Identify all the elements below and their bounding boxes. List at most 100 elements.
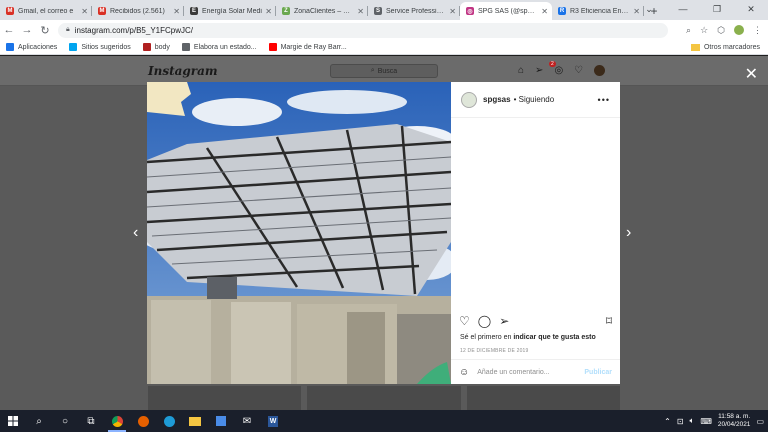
bookmark-item[interactable]: Elabora un estado... [181, 43, 257, 51]
post-header: spgsas • Siguiendo ••• [451, 82, 620, 118]
instagram-logo[interactable]: Instagram [148, 64, 218, 78]
search-input[interactable]: ⌕ Busca [330, 64, 438, 78]
task-view-icon[interactable]: ⧉ [78, 410, 104, 432]
star-icon[interactable]: ☆ [700, 25, 708, 36]
more-options-icon[interactable]: ••• [598, 95, 610, 105]
tab-close-icon[interactable]: ✕ [541, 7, 548, 16]
tab-close-icon[interactable]: ✕ [81, 7, 88, 16]
post-photo[interactable] [147, 82, 451, 384]
comment-input[interactable]: Añade un comentario... [477, 369, 549, 376]
tab-close-icon[interactable]: ✕ [357, 7, 364, 16]
maximize-icon[interactable]: ❐ [700, 0, 734, 18]
post-thumbnail [307, 386, 461, 410]
explore-icon[interactable]: ◎ [554, 65, 563, 76]
volume-icon[interactable]: 🔈︎ [690, 416, 695, 426]
tab-title: Energía Solar Medi [202, 7, 262, 15]
username-link[interactable]: spgsas [483, 95, 511, 104]
mail-icon[interactable]: ✉ [234, 410, 260, 432]
menu-icon[interactable]: ⋮ [753, 25, 762, 36]
browser-tab[interactable]: Z ZonaClientes – Gru ✕ [276, 2, 368, 20]
next-arrow-icon[interactable]: › [626, 224, 631, 242]
home-icon[interactable]: ⌂ [518, 65, 524, 76]
lock-icon[interactable]: 🔒︎ [66, 26, 70, 34]
bookmark-label: Margie de Ray Barr... [280, 43, 347, 51]
close-icon[interactable]: ✕ [745, 64, 758, 84]
solar-panel-photo [147, 82, 451, 384]
tab-title: R3 Eficiencia Energ [570, 7, 631, 15]
r3-icon: R [558, 7, 566, 15]
other-bookmarks[interactable]: Otros marcadores [690, 43, 760, 51]
previous-arrow-icon[interactable]: ‹ [133, 224, 138, 242]
browser-tab[interactable]: M Gmail, el correo e ✕ [0, 2, 92, 20]
tab-close-icon[interactable]: ✕ [173, 7, 180, 16]
word-icon[interactable]: W [260, 410, 286, 432]
edge-icon[interactable] [156, 410, 182, 432]
profile-avatar[interactable] [734, 25, 744, 35]
keyboard-icon[interactable]: ⌨ [700, 417, 712, 426]
publish-button[interactable]: Publicar [584, 369, 612, 376]
follow-status[interactable]: • Siguiendo [514, 95, 555, 104]
browser-tab[interactable]: R R3 Eficiencia Energ ✕ [552, 2, 644, 20]
heart-icon[interactable]: ♡ [574, 65, 583, 76]
address-bar[interactable]: 🔒︎ instagram.com/p/B5_Y1FCpwJC/ [58, 22, 668, 38]
clock[interactable]: 11:58 a. m. 20/04/2021 [718, 413, 751, 429]
tab-close-icon[interactable]: ✕ [265, 7, 272, 16]
direct-icon[interactable]: ➢ [535, 65, 543, 76]
minimize-icon[interactable]: — [666, 0, 700, 18]
user-avatar[interactable] [461, 91, 477, 108]
chrome-icon[interactable] [104, 410, 130, 432]
bookmark-label: Elabora un estado... [193, 43, 257, 51]
cortana-icon[interactable]: ○ [52, 410, 78, 432]
bookmark-item[interactable]: Margie de Ray Barr... [268, 43, 347, 51]
browser-tab[interactable]: M Recibidos (2.561) ✕ [92, 2, 184, 20]
windows-start-icon[interactable] [0, 410, 26, 432]
post-details-panel: spgsas • Siguiendo ••• ♡ ◯ ➢ ⌑ Sé el pri… [451, 82, 620, 384]
windows-logo-icon [8, 416, 18, 426]
tab-strip: M Gmail, el correo e ✕ M Recibidos (2.561) ✕ E… [0, 0, 768, 20]
profile-avatar[interactable] [594, 65, 606, 76]
network-icon[interactable]: ⊡ [677, 417, 684, 426]
search-icon[interactable]: ⌕ [26, 410, 52, 432]
like-link[interactable]: indicar que te gusta esto [513, 334, 595, 341]
post-thumbnail [148, 386, 302, 410]
bookmark-item[interactable]: Aplicaciones [6, 43, 57, 51]
bookmark-favicon-icon [268, 43, 277, 51]
bookmark-item[interactable]: Sitios sugeridos [69, 43, 131, 51]
browser-tab[interactable]: ◎ SPG SAS (@spgsas) ✕ [460, 2, 552, 20]
reload-icon[interactable]: ↻ [36, 24, 54, 37]
tab-title: Gmail, el correo e [18, 7, 74, 15]
search-placeholder: Busca [377, 67, 398, 75]
bookmark-favicon-icon [6, 43, 14, 51]
browser-toolbar: ← → ↻ 🔒︎ instagram.com/p/B5_Y1FCpwJC/ ⌕ … [0, 20, 768, 40]
bookmark-item[interactable]: body [142, 43, 170, 51]
globe-icon: S [374, 7, 382, 15]
search-icon[interactable]: ⌕ [686, 25, 691, 36]
chevron-up-icon[interactable]: ⌃ [664, 417, 671, 426]
file-explorer-icon[interactable] [182, 410, 208, 432]
bookmark-icon[interactable]: ⌑ [606, 314, 612, 328]
notifications-icon[interactable]: ▭ [756, 417, 764, 426]
close-window-icon[interactable]: ✕ [734, 0, 768, 18]
gmail-icon: M [98, 7, 106, 15]
instagram-page: Instagram ⌕ Busca ⌂ ➢ 2 ◎ ♡ ✕ ‹ › spgsas… [0, 56, 768, 410]
like-heart-icon[interactable]: ♡ [459, 314, 470, 328]
share-icon[interactable]: ➢ [499, 314, 509, 328]
system-tray: ⌃ ⊡ 🔈︎ ⌨ 11:58 a. m. 20/04/2021 ▭ [664, 413, 768, 429]
bookmark-label: body [154, 43, 170, 51]
browser-tab[interactable]: E Energía Solar Medi ✕ [184, 2, 276, 20]
tab-title: Recibidos (2.561) [110, 7, 165, 15]
forward-icon[interactable]: → [18, 24, 36, 36]
back-icon[interactable]: ← [0, 24, 18, 36]
post-thumbnail [466, 386, 620, 410]
comment-icon[interactable]: ◯ [478, 314, 491, 328]
tab-title: SPG SAS (@spgsas) [478, 7, 539, 15]
store-icon[interactable] [208, 410, 234, 432]
tab-close-icon[interactable]: ✕ [449, 7, 456, 16]
extension-icon[interactable]: ⬡ [717, 25, 725, 36]
firefox-icon[interactable] [130, 410, 156, 432]
emoji-icon[interactable]: ☺ [459, 367, 469, 378]
chevron-down-icon[interactable]: ⌄ [632, 0, 666, 18]
likes-prefix: Sé el primero en [460, 334, 514, 341]
browser-tab[interactable]: S Service Professiona ✕ [368, 2, 460, 20]
bookmarks-bar: Aplicaciones Sitios sugeridos body Elabora … [0, 40, 768, 55]
